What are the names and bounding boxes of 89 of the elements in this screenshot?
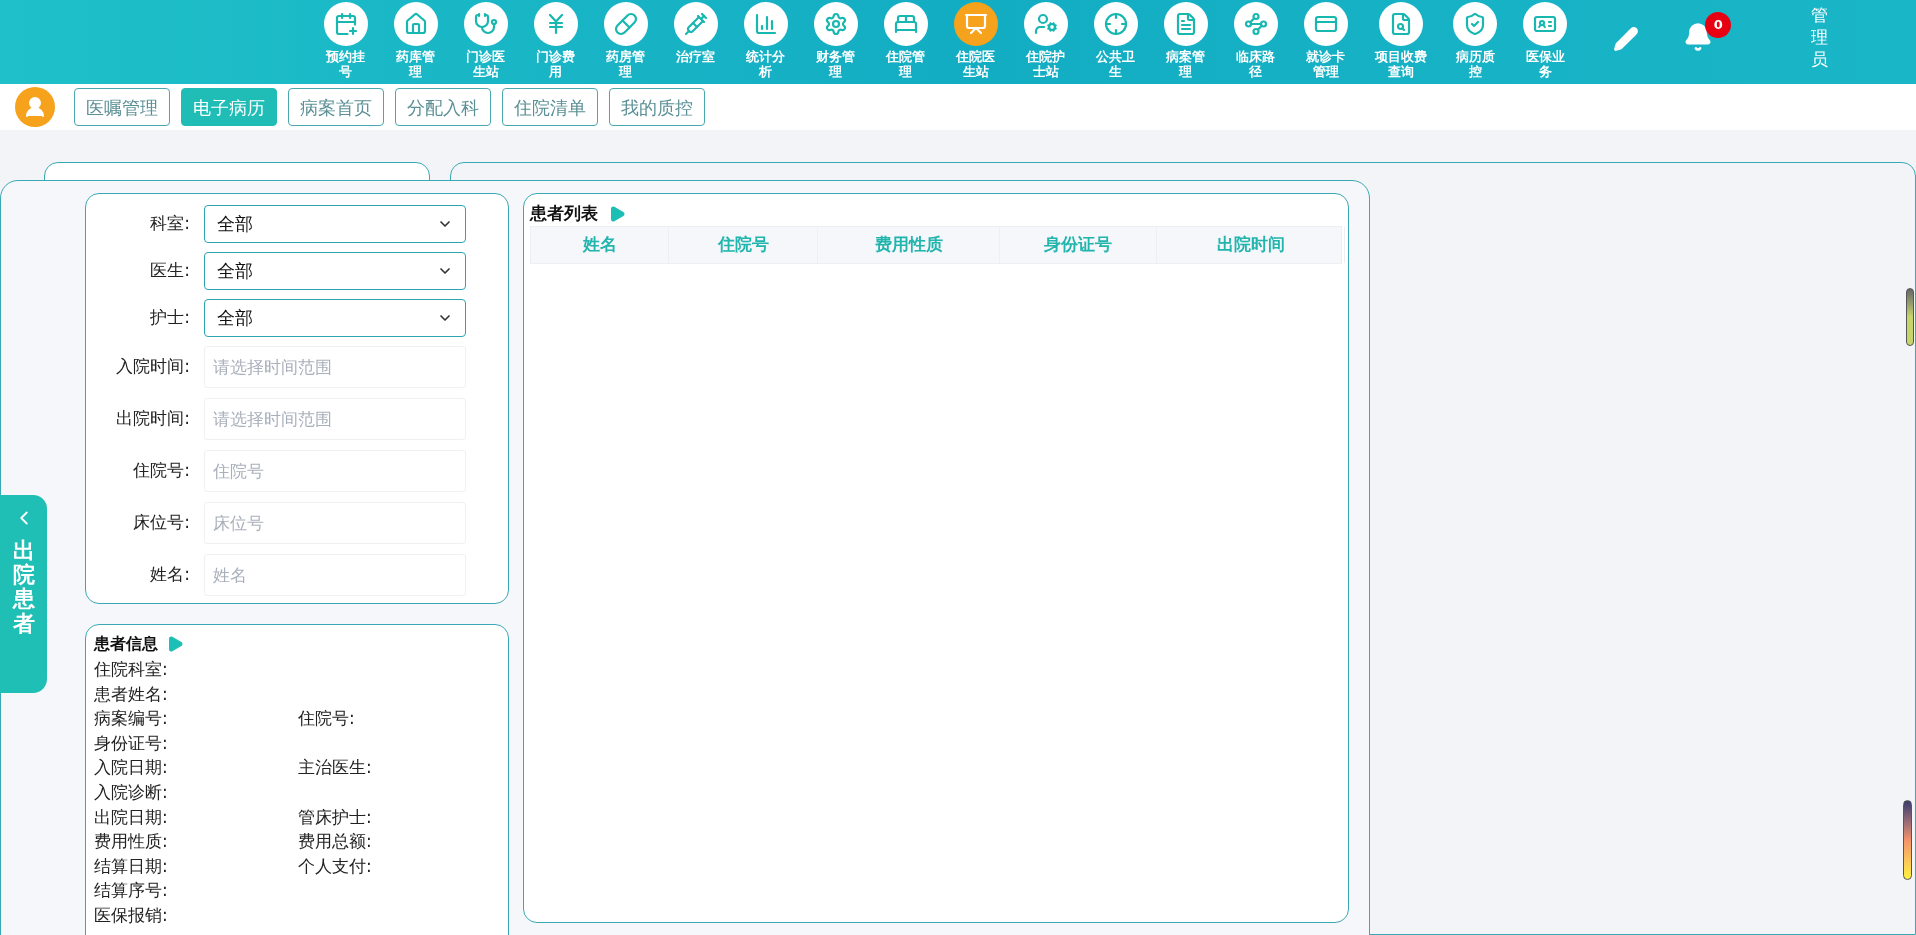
field-label: 姓名: — [149, 563, 191, 587]
select-field[interactable]: 全部 — [204, 204, 466, 243]
input-field[interactable]: 请选择时间范围 — [204, 346, 466, 388]
notification-badge: 0 — [1705, 12, 1732, 38]
info-label: 管床护士: — [298, 806, 373, 828]
column-header[interactable]: 费用性质 — [818, 227, 1000, 263]
nav-item[interactable]: 住院医生站 — [948, 0, 1004, 79]
nav-item[interactable]: 病历质控 — [1447, 0, 1504, 79]
gear-icon — [814, 2, 858, 46]
info-label: 入院日期: — [94, 757, 169, 779]
column-header[interactable]: 住院号 — [669, 227, 818, 263]
info-label: 医保报销: — [94, 904, 169, 926]
select-field[interactable]: 全部 — [204, 251, 466, 290]
field-label: 床位号: — [132, 511, 191, 535]
discharged-patients-tab[interactable]: 出院患者 — [0, 495, 47, 693]
nav-item[interactable]: 病案管理 — [1158, 0, 1214, 79]
tab[interactable]: 我的质控 — [609, 88, 705, 126]
nav-item[interactable]: 药房管理 — [598, 0, 654, 79]
select-field[interactable]: 全部 — [204, 298, 466, 337]
nav-item[interactable]: 住院护士站 — [1018, 0, 1074, 79]
nav-item[interactable]: 预约挂号 — [318, 0, 374, 79]
bar-chart-icon — [744, 2, 788, 46]
nav-item[interactable]: 公共卫生 — [1088, 0, 1144, 79]
nav-item[interactable]: 住院管理 — [878, 0, 934, 79]
user-gear-icon — [1024, 2, 1068, 46]
info-label: 费用总额: — [298, 831, 373, 853]
info-label: 病案编号: — [94, 708, 169, 730]
scrollbar-thumb[interactable] — [1906, 288, 1914, 346]
section-title: 患者列表 — [530, 202, 598, 226]
document-icon — [1164, 2, 1208, 46]
house-icon — [394, 2, 438, 46]
field-label: 科室: — [149, 211, 191, 235]
input-field[interactable]: 床位号 — [204, 502, 466, 544]
calendar-plus-icon — [324, 2, 368, 46]
info-label: 主治医生: — [298, 757, 373, 779]
id-card-icon — [1523, 2, 1568, 46]
bed-icon — [884, 2, 928, 46]
nav-item[interactable]: 门诊医生站 — [458, 0, 514, 79]
nav-item[interactable]: 项目收费查询 — [1368, 0, 1434, 79]
column-header[interactable]: 身份证号 — [1000, 227, 1157, 263]
info-label: 费用性质: — [94, 831, 169, 853]
nav-item[interactable]: 就诊卡管理 — [1298, 0, 1354, 79]
tab[interactable]: 医嘱管理 — [74, 88, 170, 126]
nav-item[interactable]: 药库管理 — [388, 0, 444, 79]
user-name[interactable]: 管理员 — [1811, 4, 1829, 71]
presentation-icon — [954, 2, 998, 46]
yen-icon — [534, 2, 578, 46]
nav-item[interactable]: 统计分析 — [738, 0, 794, 79]
column-header[interactable]: 出院时间 — [1157, 227, 1345, 263]
tab[interactable]: 电子病历 — [181, 88, 277, 126]
info-label: 出院日期: — [94, 806, 169, 828]
nav-item[interactable]: 门诊费用 — [528, 0, 584, 79]
nav-item[interactable]: 医保业务 — [1517, 0, 1574, 79]
shield-icon — [1453, 2, 1498, 46]
play-icon — [166, 635, 184, 654]
crosshair-icon — [1094, 2, 1138, 46]
scrollbar-thumb[interactable] — [1903, 800, 1912, 880]
info-label: 入院诊断: — [94, 781, 169, 803]
nodes-icon — [1234, 2, 1278, 46]
info-label: 结算日期: — [94, 855, 169, 877]
nav-item[interactable]: 治疗室 — [668, 0, 724, 64]
info-label: 身份证号: — [94, 732, 169, 754]
info-label: 住院号: — [298, 708, 356, 730]
input-field[interactable]: 姓名 — [204, 554, 466, 596]
play-icon — [608, 205, 626, 223]
stethoscope-icon — [464, 2, 508, 46]
file-search-icon — [1378, 2, 1423, 46]
pill-icon — [604, 2, 648, 46]
nav-item[interactable]: 临床路径 — [1228, 0, 1284, 79]
column-header[interactable]: 姓名 — [531, 227, 669, 263]
input-field[interactable]: 请选择时间范围 — [204, 398, 466, 440]
field-label: 出院时间: — [115, 407, 191, 431]
info-label: 患者姓名: — [94, 683, 169, 705]
syringe-icon — [674, 2, 718, 46]
field-label: 住院号: — [132, 459, 191, 483]
info-label: 结算序号: — [94, 880, 169, 902]
tab[interactable]: 病案首页 — [288, 88, 384, 126]
field-label: 医生: — [149, 258, 191, 282]
input-field[interactable]: 住院号 — [204, 450, 466, 492]
tab[interactable]: 分配入科 — [395, 88, 491, 126]
doctor-icon — [15, 87, 55, 127]
field-label: 入院时间: — [115, 355, 191, 379]
nav-item[interactable]: 财务管理 — [808, 0, 864, 79]
tab[interactable]: 住院清单 — [502, 88, 598, 126]
info-label: 住院科室: — [94, 659, 169, 680]
card-icon — [1304, 2, 1348, 46]
section-title: 患者信息 — [94, 633, 158, 656]
field-label: 护士: — [149, 305, 191, 329]
info-label: 个人支付: — [298, 855, 373, 877]
